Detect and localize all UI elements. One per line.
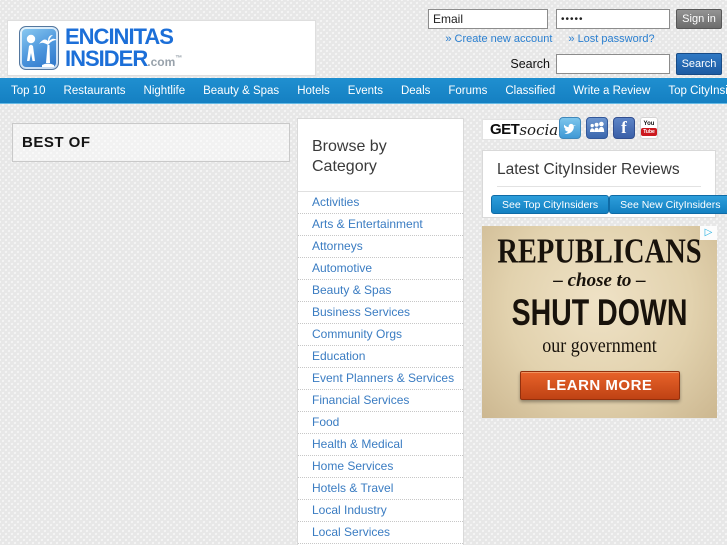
account-links: » Create new account » Lost password? bbox=[428, 33, 672, 45]
lost-password-link[interactable]: » Lost password? bbox=[568, 33, 654, 45]
nav-item-events[interactable]: Events bbox=[339, 78, 392, 103]
list-item: Automotive bbox=[298, 258, 463, 280]
category-link-event-planners[interactable]: Event Planners & Services bbox=[298, 368, 463, 389]
site-logo[interactable]: ENCINITAS INSIDER.com™ bbox=[7, 20, 316, 76]
see-new-cityinsiders-button[interactable]: See New CityInsiders bbox=[609, 195, 727, 214]
youtube-icon[interactable]: You Tube bbox=[640, 117, 658, 139]
best-of-panel: BEST OF bbox=[12, 123, 290, 162]
category-link-health-medical[interactable]: Health & Medical bbox=[298, 434, 463, 455]
category-link-food[interactable]: Food bbox=[298, 412, 463, 433]
get-social-social: social bbox=[519, 120, 564, 139]
learn-more-button[interactable]: LEARN MORE bbox=[519, 371, 680, 400]
nav-item-beauty-spas[interactable]: Beauty & Spas bbox=[194, 78, 288, 103]
nav-item-write-a-review[interactable]: Write a Review bbox=[564, 78, 659, 103]
category-link-business-services[interactable]: Business Services bbox=[298, 302, 463, 323]
get-social-get: GET bbox=[490, 121, 520, 138]
person-palm-tree-icon bbox=[19, 26, 59, 70]
list-item: Food bbox=[298, 412, 463, 434]
best-of-title: BEST OF bbox=[22, 134, 91, 151]
sign-in-button[interactable]: Sign in bbox=[676, 9, 722, 29]
list-item: Beauty & Spas bbox=[298, 280, 463, 302]
nav-item-nightlife[interactable]: Nightlife bbox=[135, 78, 195, 103]
password-field[interactable] bbox=[556, 9, 670, 29]
main-nav: Top 10 Restaurants Nightlife Beauty & Sp… bbox=[0, 78, 727, 104]
logo-text: ENCINITAS INSIDER.com™ bbox=[65, 24, 182, 73]
category-link-local-services[interactable]: Local Services bbox=[298, 522, 463, 543]
list-item: Financial Services bbox=[298, 390, 463, 412]
see-top-cityinsiders-button[interactable]: See Top CityInsiders bbox=[491, 195, 610, 214]
list-item: Attorneys bbox=[298, 236, 463, 258]
category-link-community-orgs[interactable]: Community Orgs bbox=[298, 324, 463, 345]
twitter-icon[interactable] bbox=[559, 117, 581, 139]
category-link-home-services[interactable]: Home Services bbox=[298, 456, 463, 477]
list-item: Business Services bbox=[298, 302, 463, 324]
ad-subline: – chose to – bbox=[553, 270, 646, 291]
category-link-activities[interactable]: Activities bbox=[298, 192, 463, 213]
list-item: Community Orgs bbox=[298, 324, 463, 346]
advertisement[interactable]: ▷ REPUBLICANS – chose to – SHUT DOWN our… bbox=[482, 226, 717, 418]
category-link-hotels-travel[interactable]: Hotels & Travel bbox=[298, 478, 463, 499]
logo-line2: INSIDER.com™ bbox=[65, 46, 182, 71]
browse-by-category-title: Browse by Category bbox=[298, 119, 463, 192]
nav-item-classified[interactable]: Classified bbox=[496, 78, 564, 103]
ad-subline-2: our government bbox=[542, 335, 657, 357]
youtube-tube-label: Tube bbox=[641, 127, 657, 136]
youtube-you-label: You bbox=[643, 120, 655, 127]
nav-item-top-cityinsiders[interactable]: Top CityInsiders bbox=[659, 78, 727, 103]
list-item: Hotels & Travel bbox=[298, 478, 463, 500]
category-link-attorneys[interactable]: Attorneys bbox=[298, 236, 463, 257]
ad-headline-2: SHUT DOWN bbox=[511, 291, 688, 334]
category-link-automotive[interactable]: Automotive bbox=[298, 258, 463, 279]
list-item: Local Services bbox=[298, 522, 463, 544]
page: ENCINITAS INSIDER.com™ Sign in » Create … bbox=[0, 0, 727, 545]
list-item: Health & Medical bbox=[298, 434, 463, 456]
category-link-local-industry[interactable]: Local Industry bbox=[298, 500, 463, 521]
latest-reviews-panel: Latest CityInsider Reviews See Top CityI… bbox=[482, 150, 727, 218]
nav-item-hotels[interactable]: Hotels bbox=[288, 78, 339, 103]
category-link-beauty-spas[interactable]: Beauty & Spas bbox=[298, 280, 463, 301]
search-label: Search bbox=[510, 57, 550, 71]
latest-reviews-title: Latest CityInsider Reviews bbox=[497, 161, 680, 178]
logo-line1: ENCINITAS bbox=[65, 24, 174, 49]
category-link-arts-entertainment[interactable]: Arts & Entertainment bbox=[298, 214, 463, 235]
category-link-financial-services[interactable]: Financial Services bbox=[298, 390, 463, 411]
facebook-icon[interactable]: f bbox=[613, 117, 635, 139]
list-item: Local Industry bbox=[298, 500, 463, 522]
search-button[interactable]: Search bbox=[676, 53, 722, 75]
email-field[interactable] bbox=[428, 9, 548, 29]
search-input[interactable] bbox=[556, 54, 670, 74]
list-item: Education bbox=[298, 346, 463, 368]
reviews-button-row: See Top CityInsiders See New CityInsider… bbox=[483, 187, 727, 214]
nav-item-deals[interactable]: Deals bbox=[392, 78, 439, 103]
ad-headline: REPUBLICANS bbox=[497, 232, 702, 271]
browse-by-category-panel: Browse by Category Activities Arts & Ent… bbox=[297, 118, 464, 545]
nav-item-top-10[interactable]: Top 10 bbox=[2, 78, 55, 103]
nav-item-forums[interactable]: Forums bbox=[439, 78, 496, 103]
create-account-link[interactable]: » Create new account bbox=[445, 33, 552, 45]
category-list: Activities Arts & Entertainment Attorney… bbox=[298, 192, 463, 545]
list-item: Arts & Entertainment bbox=[298, 214, 463, 236]
list-item: Home Services bbox=[298, 456, 463, 478]
category-link-education[interactable]: Education bbox=[298, 346, 463, 367]
get-social-logo: GET social bbox=[482, 119, 572, 140]
myspace-icon[interactable] bbox=[586, 117, 608, 139]
list-item: Event Planners & Services bbox=[298, 368, 463, 390]
logo-domain: .com bbox=[147, 55, 176, 69]
list-item: Activities bbox=[298, 192, 463, 214]
logo-trademark: ™ bbox=[175, 55, 182, 62]
nav-item-restaurants[interactable]: Restaurants bbox=[55, 78, 135, 103]
